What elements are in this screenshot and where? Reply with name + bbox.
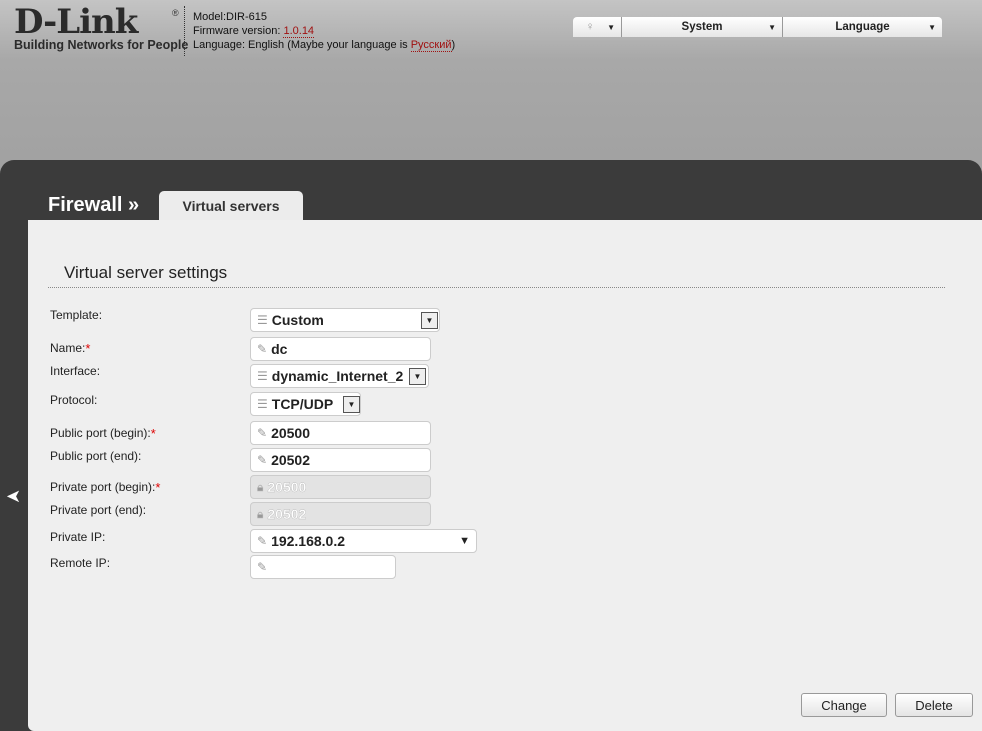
section-title[interactable]: Firewall » xyxy=(48,194,139,217)
chevron-down-icon: ▼ xyxy=(421,312,438,329)
required-star: * xyxy=(85,341,91,356)
list-icon: ☰ xyxy=(257,313,268,327)
divider xyxy=(48,287,945,288)
device-info: Model:DIR-615 Firmware version: 1.0.14 L… xyxy=(193,10,455,52)
lock-icon: 🔒︎ xyxy=(257,506,264,521)
name-label-text: Name: xyxy=(50,341,86,355)
private-port-end-label: Private port (end): xyxy=(50,503,147,517)
value: 20500 xyxy=(271,425,310,441)
private-port-end-input: 🔒︎ 20502 xyxy=(250,502,431,526)
public-port-end-label: Public port (end): xyxy=(50,449,142,463)
remote-ip-label: Remote IP: xyxy=(50,556,111,570)
value: 20502 xyxy=(271,452,310,468)
private-port-begin-input: 🔒︎ 20500 xyxy=(250,475,431,499)
interface-label: Interface: xyxy=(50,364,101,378)
label-text: Private port (begin): xyxy=(50,480,156,494)
pencil-icon: ✎ xyxy=(257,342,268,356)
lightbulb-icon: ♀ xyxy=(585,21,595,33)
language-end: ) xyxy=(451,39,456,51)
protocol-select[interactable]: ☰ TCP/UDP ▼ xyxy=(250,392,361,416)
logo-text: D-Link xyxy=(14,2,138,42)
chevron-down-icon: ▼ xyxy=(768,22,776,32)
value: 20502 xyxy=(267,506,307,522)
dropdown-arrow-icon[interactable]: ▼ xyxy=(459,535,470,547)
language-menu[interactable]: Language ▼ xyxy=(783,17,942,37)
system-label: System xyxy=(681,21,723,33)
name-label: Name:* xyxy=(50,341,90,356)
header-divider xyxy=(184,6,185,56)
required-star: * xyxy=(155,480,161,495)
private-port-begin-label: Private port (begin):* xyxy=(50,480,160,495)
tab-virtual-servers[interactable]: Virtual servers xyxy=(159,191,303,221)
chevron-down-icon: ▼ xyxy=(928,22,936,32)
chevron-down-icon: ▼ xyxy=(343,396,360,413)
language-label: Language xyxy=(835,21,890,33)
list-icon: ☰ xyxy=(257,397,268,411)
remote-ip-input[interactable]: ✎ xyxy=(250,555,396,579)
system-menu[interactable]: System ▼ xyxy=(622,17,783,37)
template-label: Template: xyxy=(50,308,103,322)
pencil-icon: ✎ xyxy=(257,534,268,548)
form-title: Virtual server settings xyxy=(64,263,228,282)
private-ip-combobox[interactable]: ✎ 192.168.0.2 ▼ xyxy=(250,529,477,553)
top-menu: ♀ ▼ System ▼ Language ▼ xyxy=(573,17,942,37)
interface-select[interactable]: ☰ dynamic_Internet_2 ▼ xyxy=(250,364,429,388)
value: 20500 xyxy=(267,479,307,495)
value: 192.168.0.2 xyxy=(271,533,346,549)
public-port-begin-label: Public port (begin):* xyxy=(50,426,156,441)
model: Model:DIR-615 xyxy=(193,11,267,23)
change-button[interactable]: Change xyxy=(801,693,887,717)
template-select[interactable]: ☰ Custom ▼ xyxy=(250,308,440,332)
firmware-line: Firmware version: 1.0.14 xyxy=(193,24,455,38)
lock-icon: 🔒︎ xyxy=(257,479,264,494)
pencil-icon: ✎ xyxy=(257,426,268,440)
pencil-icon: ✎ xyxy=(257,560,268,574)
content-area xyxy=(28,220,982,731)
public-port-end-input[interactable]: ✎ 20502 xyxy=(250,448,431,472)
name-input[interactable]: ✎ dc xyxy=(250,337,431,361)
hints-menu[interactable]: ♀ ▼ xyxy=(573,17,622,37)
name-value: dc xyxy=(271,341,288,357)
required-star: * xyxy=(150,426,156,441)
interface-value: dynamic_Internet_2 xyxy=(271,368,404,384)
chevron-down-icon: ▼ xyxy=(607,22,615,32)
delete-button[interactable]: Delete xyxy=(895,693,973,717)
registered-mark: ® xyxy=(172,8,179,18)
language-line: Language: English (Maybe your language i… xyxy=(193,38,455,52)
back-arrow-icon[interactable]: ➤ xyxy=(6,486,21,507)
label-text: Public port (begin): xyxy=(50,426,151,440)
chevron-down-icon: ▼ xyxy=(409,368,426,385)
language-text: Language: English (Maybe your language i… xyxy=(193,39,411,51)
private-ip-label: Private IP: xyxy=(50,530,106,544)
firmware-label: Firmware version: xyxy=(193,25,284,37)
dlink-logo: D-Link ® Building Networks for People xyxy=(14,2,189,52)
logo-tagline: Building Networks for People xyxy=(14,38,189,52)
pencil-icon: ✎ xyxy=(257,453,268,467)
firmware-link[interactable]: 1.0.14 xyxy=(283,25,315,38)
public-port-begin-input[interactable]: ✎ 20500 xyxy=(250,421,431,445)
language-link[interactable]: Русский xyxy=(410,39,452,52)
protocol-value: TCP/UDP xyxy=(271,396,334,412)
list-icon: ☰ xyxy=(257,369,268,383)
template-value: Custom xyxy=(271,312,324,328)
protocol-label: Protocol: xyxy=(50,393,98,407)
